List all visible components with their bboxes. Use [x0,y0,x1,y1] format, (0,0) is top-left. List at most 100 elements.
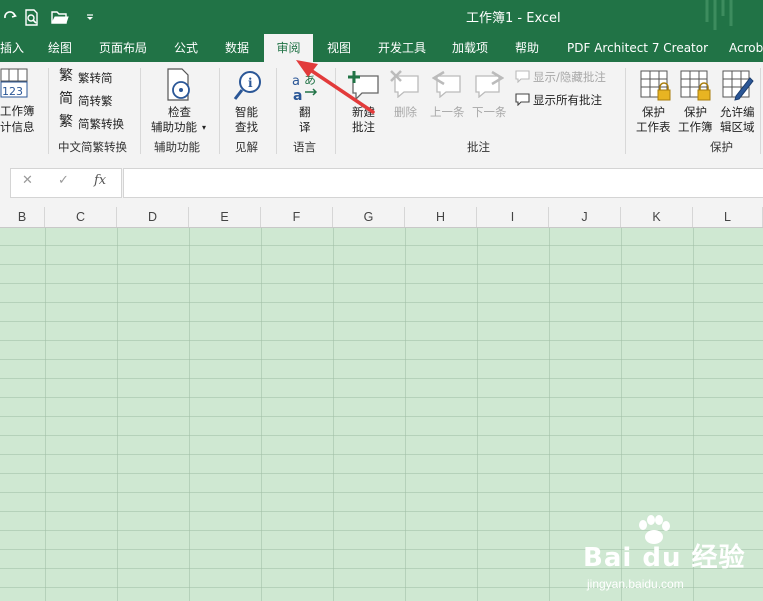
enter-icon[interactable]: ✓ [58,173,69,188]
column-header[interactable]: E [189,207,261,227]
column-header[interactable]: L [693,207,763,227]
protect-sheet-icon [640,70,671,101]
insert-function-button[interactable]: fx [94,173,106,188]
tab-developer[interactable]: 开发工具 [378,34,426,62]
to-traditional-label: 简转繁 [78,94,113,108]
new-comment-label-2: 批注 [352,120,375,134]
show-hide-comment-label: 显示/隐藏批注 [533,70,606,84]
ribbon: 123 工作簿 计信息 繁 繁转简 简 简转繁 繁 简繁转换 中文简繁转换 检查… [0,62,763,159]
tab-insert[interactable]: 插入 [0,34,24,62]
column-header[interactable]: F [261,207,333,227]
next-comment-label: 下一条 [472,105,507,119]
tab-pdf-architect[interactable]: PDF Architect 7 Creator [567,34,708,62]
formula-input[interactable] [123,168,763,198]
formula-bar: ✕ ✓ fx [0,158,763,207]
delete-comment-icon [390,70,419,98]
svg-text:あ: あ [304,73,316,87]
column-header[interactable]: B [0,207,45,227]
group-label-language: 语言 [293,140,316,154]
check-accessibility-label-1: 检查 [168,105,191,119]
column-header[interactable]: G [333,207,405,227]
workbook-statistics-label-1: 工作簿 [0,104,35,118]
smart-lookup-icon: i [233,71,261,100]
protect-workbook-icon [680,70,711,101]
title-decoration-icon [705,0,733,30]
tab-view[interactable]: 视图 [327,34,351,62]
statistics-number: 123 [2,85,23,98]
translate-label-1: 翻 [299,105,311,119]
new-comment-label-1: 新建 [352,105,375,119]
allow-edit-ranges-label-1: 允许编 [720,105,755,119]
smart-lookup-label-2: 查找 [235,120,258,134]
group-separator [219,68,220,154]
tab-add-ins[interactable]: 加载项 [452,34,488,62]
group-separator [335,68,336,154]
next-comment-icon [475,70,504,98]
smart-lookup-label-1: 智能 [235,105,258,119]
accessibility-check-icon [167,68,190,101]
chinese-convert-label: 简繁转换 [78,117,124,131]
open-folder-icon[interactable] [50,7,70,27]
svg-text:a: a [292,74,300,89]
tab-page-layout[interactable]: 页面布局 [99,34,147,62]
tab-help[interactable]: 帮助 [515,34,539,62]
tab-review[interactable]: 审阅 [264,34,313,62]
protect-sheet-label-1: 保护 [642,105,665,119]
column-header[interactable]: J [549,207,621,227]
protect-sheet-label-2: 工作表 [636,120,671,134]
column-header[interactable]: H [405,207,477,227]
protect-workbook-label-2: 工作簿 [678,120,713,134]
formula-controls: ✕ ✓ fx [10,168,122,198]
allow-edit-ranges-icon [722,70,754,101]
previous-comment-label: 上一条 [430,105,465,119]
window-title: 工作簿1 - Excel [466,11,561,26]
column-header[interactable]: I [477,207,549,227]
group-label-accessibility: 辅助功能 [154,140,200,154]
cancel-icon[interactable]: ✕ [22,173,33,188]
translate-icon: a あ a [292,73,318,102]
column-headers: B C D E F G H I J K L [0,207,763,228]
group-separator [48,68,49,154]
autosave-icon[interactable] [0,7,20,27]
group-separator [276,68,277,154]
to-traditional-icon: 简 [59,91,73,107]
show-all-comments-icon [515,93,530,106]
column-header[interactable]: D [117,207,189,227]
group-label-chinese-conversion: 中文简繁转换 [58,140,127,154]
previous-comment-icon [432,70,461,98]
protect-workbook-label-1: 保护 [684,105,707,119]
allow-edit-ranges-label-2: 辑区域 [720,120,755,134]
svg-text:i: i [248,76,253,90]
group-separator [140,68,141,154]
translate-label-2: 译 [299,120,311,134]
print-preview-icon[interactable] [22,7,42,27]
chinese-convert-icon: 繁 [59,114,73,130]
show-all-comments-label: 显示所有批注 [533,93,602,107]
group-separator [625,68,626,154]
group-separator [760,68,761,154]
customize-qat-icon[interactable] [80,7,100,27]
ribbon-tabs: 插入 绘图 页面布局 公式 数据 审阅 视图 开发工具 加载项 帮助 PDF A… [0,34,763,62]
svg-text:a: a [293,88,302,102]
tab-formulas[interactable]: 公式 [174,34,198,62]
baidu-watermark: Bai du 经验 jingyan.baidu.com [583,515,753,595]
to-simplified-icon: 繁 [59,68,73,84]
watermark-brand: Bai du 经验 [583,543,746,573]
dropdown-arrow-icon: ▾ [202,123,207,132]
show-hide-comment-icon [515,70,530,83]
tab-draw[interactable]: 绘图 [48,34,72,62]
column-header[interactable]: C [45,207,117,227]
new-comment-icon [348,71,379,100]
group-label-insights: 见解 [235,140,258,154]
workbook-statistics-label-2: 计信息 [0,120,35,134]
title-bar: 工作簿1 - Excel [0,0,763,34]
group-label-comments: 批注 [467,140,490,154]
tab-data[interactable]: 数据 [225,34,249,62]
column-header[interactable]: K [621,207,693,227]
to-simplified-label: 繁转简 [78,71,113,85]
group-label-protect: 保护 [710,140,733,154]
delete-comment-label: 删除 [394,105,417,119]
tab-acrobat[interactable]: Acrob [729,34,763,62]
check-accessibility-label-2: 辅助功能 [151,120,197,134]
watermark-url: jingyan.baidu.com [587,577,684,591]
